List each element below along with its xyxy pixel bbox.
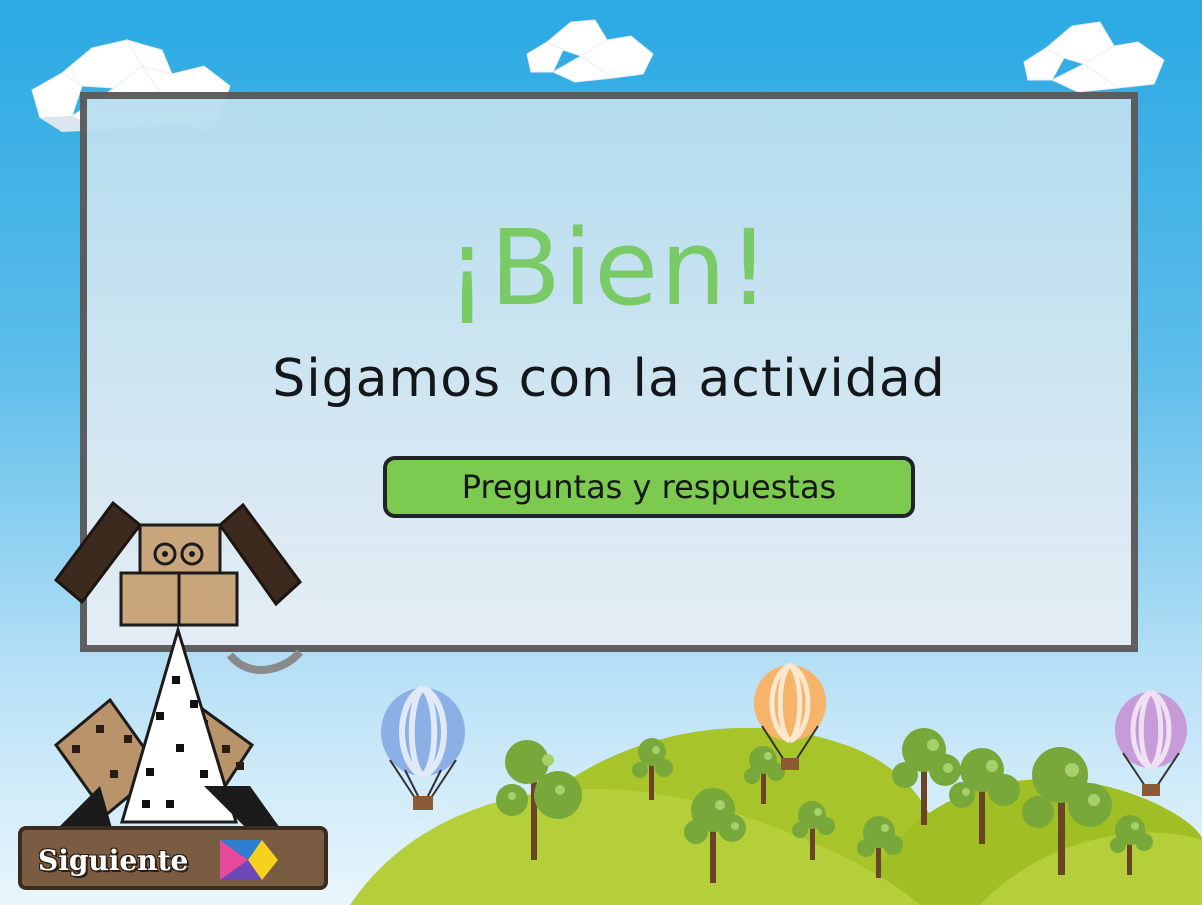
tangram-dog-character [53, 500, 304, 828]
next-button-label: Siguiente [38, 844, 189, 877]
next-button[interactable]: Siguiente [18, 826, 328, 890]
tangram-arrow-icon [220, 840, 278, 880]
